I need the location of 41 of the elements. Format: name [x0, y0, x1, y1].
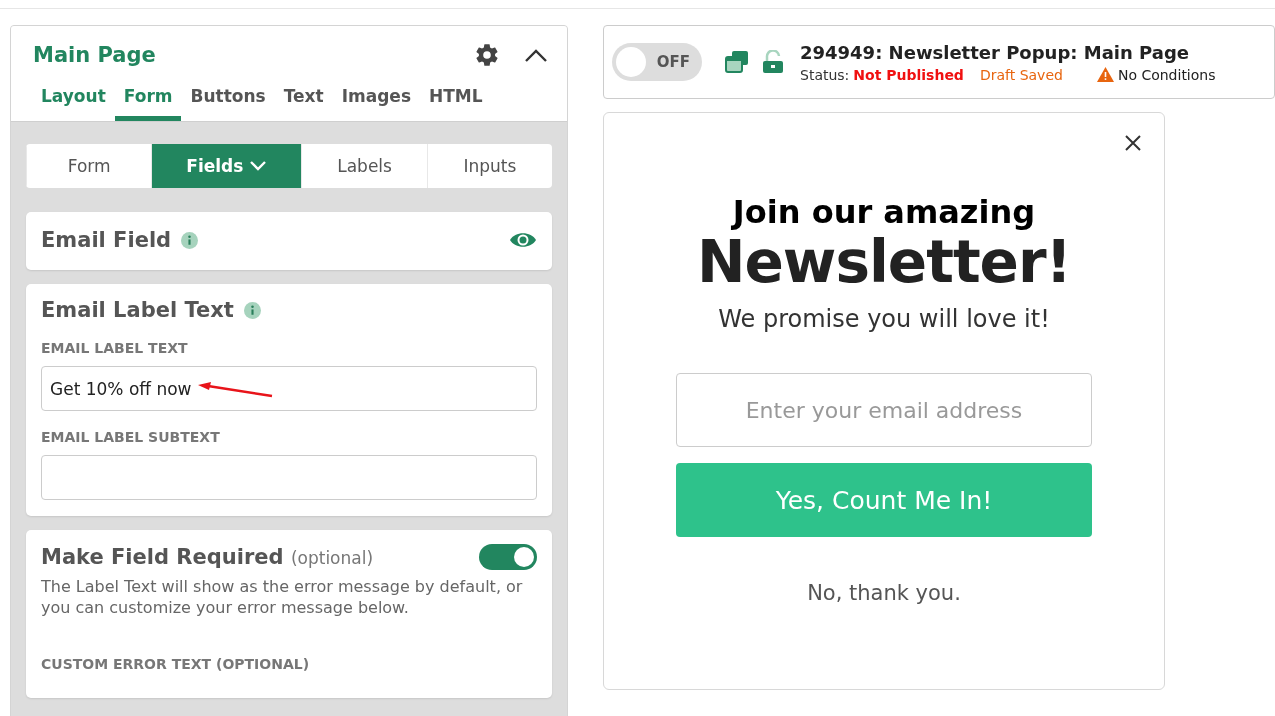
card-title: Email Field: [41, 228, 172, 252]
warning-icon: [1096, 67, 1114, 82]
panel-title: Main Page: [33, 43, 156, 67]
panel-tab[interactable]: HTML: [420, 86, 492, 121]
eye-icon[interactable]: [509, 230, 537, 250]
popup-heading: Join our amazing: [732, 193, 1036, 231]
draft-status: Draft Saved: [979, 66, 1063, 83]
unlocked-padlock-icon[interactable]: [762, 50, 784, 74]
popup-headline: Newsletter!: [696, 231, 1071, 293]
card-title: Email Label Text: [41, 298, 234, 322]
subtab[interactable]: Fields: [151, 144, 302, 188]
publish-toggle[interactable]: OFF: [612, 43, 702, 81]
email-input[interactable]: Enter your email address: [676, 373, 1092, 447]
subtab[interactable]: Labels: [301, 144, 427, 188]
text-input[interactable]: [41, 455, 537, 500]
panel-tab[interactable]: Text: [274, 86, 333, 121]
field-label: EMAIL LABEL TEXT: [41, 340, 189, 356]
collapse-chevron-icon[interactable]: [524, 47, 548, 63]
text-input[interactable]: Get 10% off now: [41, 366, 537, 411]
field-label: EMAIL LABEL SUBTEXT: [41, 429, 221, 445]
chevron-down-icon: [249, 160, 268, 172]
description-text: The Label Text will show as the error message by default, or you can customize your error message below.: [41, 576, 524, 618]
field-label: CUSTOM ERROR TEXT (OPTIONAL): [41, 656, 311, 672]
conditions-status: No Conditions: [1117, 66, 1216, 83]
popup-subheading: We promise you will love it!: [718, 305, 1050, 333]
settings-icon[interactable]: [474, 42, 500, 68]
status-label: Status:: [800, 66, 850, 83]
decline-link[interactable]: No, thank you.: [807, 581, 961, 605]
close-icon[interactable]: [1125, 135, 1141, 151]
card-title: Make Field Required (optional): [41, 545, 374, 569]
panel-tab[interactable]: Buttons: [181, 86, 275, 121]
status-value: Not Published: [853, 66, 964, 83]
panel-tab[interactable]: Images: [332, 86, 420, 121]
required-toggle[interactable]: [479, 544, 537, 570]
panel-tab[interactable]: Form: [114, 86, 182, 121]
info-icon[interactable]: [181, 231, 199, 249]
page-title: 294949: Newsletter Popup: Main Page: [800, 41, 1191, 63]
subtab[interactable]: Inputs: [426, 144, 552, 188]
panel-tab[interactable]: Layout: [33, 86, 115, 121]
info-icon[interactable]: [243, 301, 261, 319]
copy-windows-icon[interactable]: [724, 50, 750, 74]
